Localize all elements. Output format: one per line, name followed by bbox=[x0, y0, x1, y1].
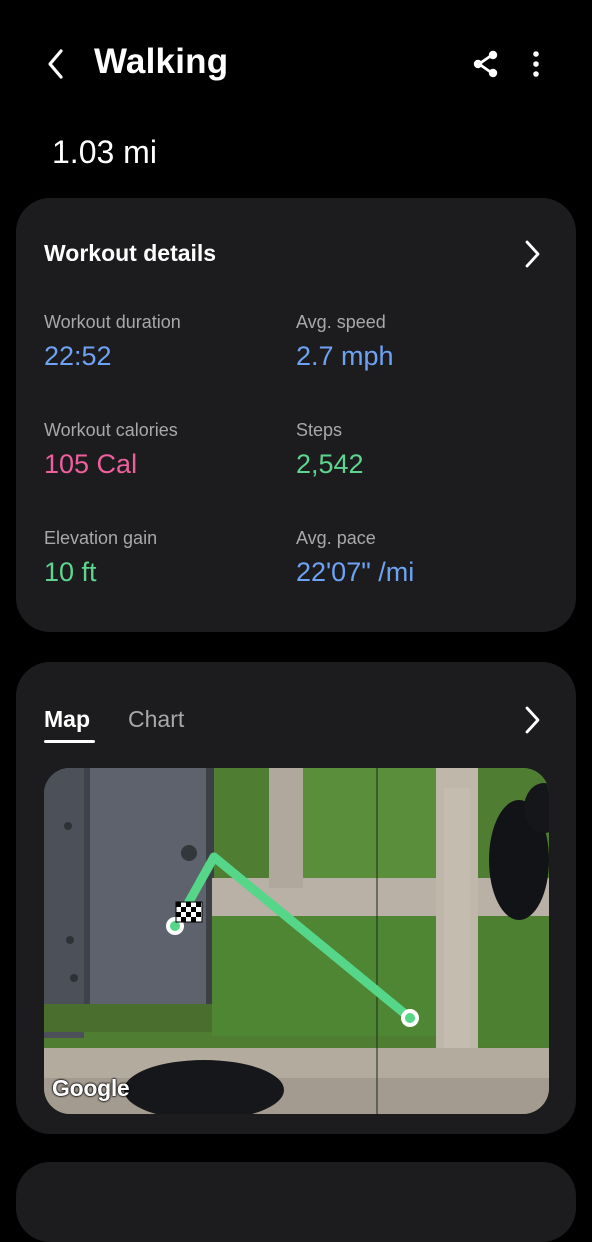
workout-details-open-button[interactable] bbox=[514, 236, 550, 272]
total-distance: 1.03 mi bbox=[52, 134, 157, 170]
top-app-bar: Walking 1.03 mi bbox=[0, 0, 592, 170]
stat-label: Workout calories bbox=[44, 420, 178, 440]
stat-value: 22:52 bbox=[44, 341, 112, 371]
chevron-left-icon bbox=[48, 49, 63, 79]
stat-avg-speed: Avg. speed 2.7 mph bbox=[296, 312, 394, 372]
stat-label: Workout duration bbox=[44, 312, 181, 332]
stat-value: 2.7 mph bbox=[296, 341, 394, 371]
more-options-button[interactable] bbox=[516, 42, 556, 86]
map-open-button[interactable] bbox=[514, 702, 550, 738]
stat-value: 105 Cal bbox=[44, 449, 138, 479]
stat-workout-duration: Workout duration 22:52 bbox=[44, 312, 181, 372]
tab-map-indicator bbox=[44, 740, 95, 743]
stat-value: 10 ft bbox=[44, 557, 97, 587]
workout-details-title: Workout details bbox=[44, 240, 217, 266]
more-vertical-icon bbox=[533, 51, 539, 77]
google-attribution: Google bbox=[52, 1075, 130, 1101]
page-title: Walking bbox=[94, 42, 229, 81]
finish-flag-icon bbox=[175, 901, 203, 923]
stat-label: Avg. pace bbox=[296, 528, 376, 548]
stat-avg-pace: Avg. pace 22'07" /mi bbox=[296, 528, 414, 588]
chevron-right-icon bbox=[525, 706, 540, 734]
route-map[interactable]: Google bbox=[44, 768, 549, 1114]
next-card bbox=[16, 1162, 576, 1242]
back-button[interactable] bbox=[36, 40, 76, 88]
stat-elevation-gain: Elevation gain 10 ft bbox=[44, 528, 157, 588]
stat-workout-calories: Workout calories 105 Cal bbox=[44, 420, 178, 480]
stat-value: 22'07" /mi bbox=[296, 557, 415, 587]
tab-chart[interactable]: Chart bbox=[128, 706, 184, 733]
chevron-right-icon bbox=[525, 240, 540, 268]
stat-label: Steps bbox=[296, 420, 343, 440]
share-icon bbox=[473, 50, 498, 78]
workout-details-card[interactable]: Workout details Workout duration 22:52 A… bbox=[16, 198, 576, 632]
tab-map[interactable]: Map bbox=[44, 706, 90, 733]
stat-label: Avg. speed bbox=[296, 312, 386, 332]
stat-label: Elevation gain bbox=[44, 528, 158, 548]
stat-value: 2,542 bbox=[296, 449, 364, 479]
share-button[interactable] bbox=[464, 42, 508, 86]
map-card: Map Chart Google bbox=[16, 662, 576, 1134]
stat-steps: Steps 2,542 bbox=[296, 420, 364, 480]
satellite-imagery bbox=[44, 768, 549, 1114]
